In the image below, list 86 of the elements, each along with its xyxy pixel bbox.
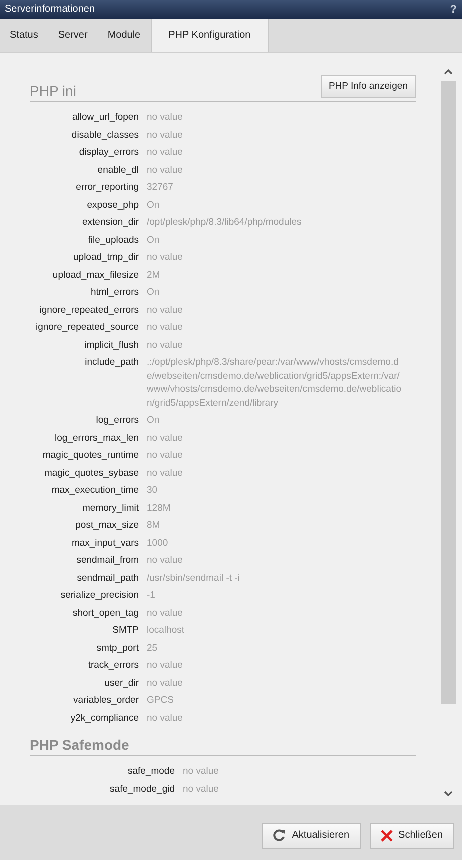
refresh-button[interactable]: Aktualisieren [262, 822, 361, 848]
setting-value: GPCS [147, 694, 175, 708]
setting-name: y2k_compliance [70, 712, 139, 725]
setting-value: no value [147, 164, 184, 177]
setting-value: On [147, 286, 161, 300]
setting-value: no value [147, 712, 184, 725]
setting-value: On [147, 234, 161, 247]
setting-value: .:/opt/plesk/php/8.3/share/pear:/var/www/vhosts/cmsdemo.de/webseiten/cmsdemo.de/weblication/grid5/appsExtern:/var/www/vhosts/cmsdemo.de/webseiten/cmsdemo.de/weblication/grid5/appsExtern/zend/library [147, 356, 402, 410]
setting-value: -1 [147, 589, 156, 602]
setting-name: track_errors [87, 659, 139, 672]
help-button[interactable]: ? [450, 4, 457, 16]
setting-value: no value [147, 111, 184, 124]
setting-value: 8M [147, 519, 162, 532]
setting-name: magic_quotes_runtime [42, 449, 139, 462]
window-title: Serverinformationen [5, 4, 96, 15]
setting-value: no value [183, 765, 220, 778]
section-title: PHP Safemode [30, 737, 130, 753]
scroll-up-icon[interactable] [444, 69, 452, 75]
setting-name: upload_tmp_dir [72, 251, 139, 264]
setting-name: disable_classes [70, 128, 139, 142]
tab[interactable]: PHP Konfiguration [150, 19, 269, 52]
setting-name: expose_php [86, 198, 139, 212]
setting-name: log_errors_max_len [54, 432, 139, 445]
scroll-down-icon[interactable] [444, 791, 452, 797]
setting-name: display_errors [78, 146, 139, 160]
setting-name: ignore_repeated_errors [38, 304, 139, 317]
setting-name: memory_limit [82, 502, 139, 515]
setting-value: no value [147, 449, 184, 462]
setting-value: 2M [147, 268, 162, 282]
setting-name: user_dir [104, 676, 139, 690]
setting-name: include_path [84, 356, 139, 370]
setting-name: extension_dir [81, 216, 139, 230]
setting-value: no value [147, 146, 184, 160]
tab[interactable]: Status [0, 19, 48, 52]
setting-name: upload_max_filesize [52, 268, 139, 282]
setting-value: no value [147, 676, 184, 690]
setting-name: max_input_vars [70, 536, 139, 550]
setting-name: short_open_tag [72, 606, 139, 620]
setting-name: smtp_port [96, 642, 139, 655]
setting-name: SMTP [112, 624, 139, 638]
setting-name: implicit_flush [84, 338, 139, 352]
setting-value: no value [147, 659, 184, 672]
tab[interactable]: Module [98, 19, 151, 52]
setting-name: error_reporting [75, 181, 139, 194]
setting-value: no value [147, 554, 184, 568]
setting-name: serialize_precision [60, 589, 139, 602]
setting-name: html_errors [90, 286, 139, 300]
setting-name: enable_dl [96, 164, 139, 177]
setting-name: file_uploads [87, 234, 139, 247]
setting-value: 30 [147, 484, 159, 498]
setting-value: 25 [147, 642, 159, 655]
setting-name: allow_url_fopen [71, 111, 139, 124]
scrollbar-thumb[interactable] [440, 81, 456, 704]
setting-name: ignore_repeated_source [35, 321, 139, 334]
setting-value: no value [147, 338, 184, 352]
setting-value: 128M [147, 502, 172, 515]
setting-value: no value [147, 321, 184, 334]
setting-value: 1000 [147, 536, 170, 550]
close-button[interactable]: Schließen [370, 822, 454, 848]
setting-value: no value [147, 304, 184, 317]
setting-value: no value [147, 251, 184, 264]
section-title: PHP ini [30, 83, 76, 99]
setting-value: no value [147, 432, 184, 445]
setting-value: no value [183, 782, 220, 796]
setting-name: safe_mode_gid [109, 782, 175, 796]
setting-name: post_max_size [74, 519, 139, 532]
setting-name: max_execution_time [50, 484, 139, 498]
setting-value: no value [147, 466, 184, 480]
refresh-icon [273, 829, 286, 842]
tab[interactable]: Server [48, 19, 98, 52]
setting-name: safe_mode [126, 765, 175, 778]
setting-value: no value [147, 128, 184, 142]
setting-value: 32767 [147, 181, 174, 194]
setting-name: sendmail_path [76, 572, 139, 585]
setting-value: On [147, 198, 161, 212]
setting-value: On [147, 414, 161, 428]
setting-value: /opt/plesk/php/8.3/lib64/php/modules [147, 216, 303, 230]
php-info-button[interactable]: PHP Info anzeigen [320, 75, 416, 98]
setting-name: magic_quotes_sybase [43, 466, 139, 480]
setting-value: /usr/sbin/sendmail -t -i [147, 572, 241, 585]
setting-value: no value [147, 606, 184, 620]
close-icon [380, 830, 393, 842]
setting-value: localhost [147, 624, 186, 638]
setting-name: sendmail_from [76, 554, 139, 568]
setting-name: variables_order [72, 694, 139, 708]
setting-name: log_errors [95, 414, 139, 428]
